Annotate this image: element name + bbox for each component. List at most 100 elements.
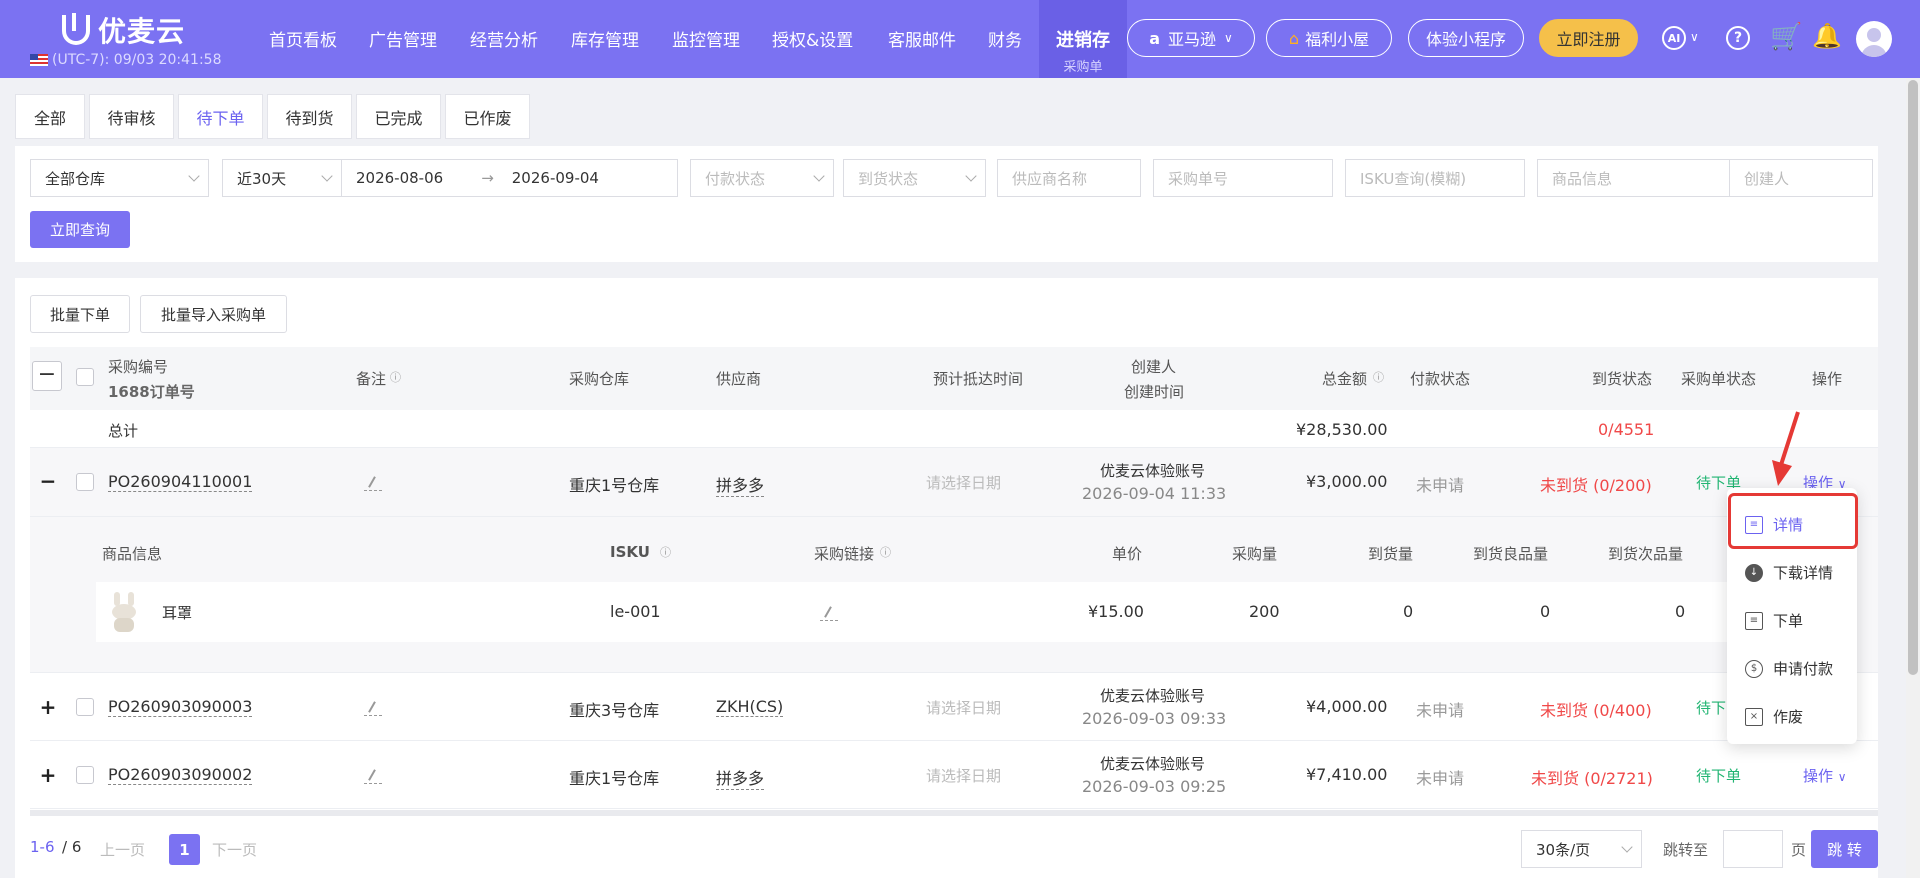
amazon-icon: a bbox=[1149, 28, 1160, 48]
welfare-button[interactable]: ⌂ 福利小屋 bbox=[1266, 19, 1392, 57]
edit-remark-icon[interactable] bbox=[364, 477, 382, 491]
jump-page-input[interactable] bbox=[1723, 830, 1783, 868]
nav-monitor[interactable]: 监控管理 bbox=[672, 26, 740, 51]
eta-picker[interactable]: 请选择日期 bbox=[926, 472, 1001, 493]
sub-th-good: 到货良品量 bbox=[1473, 545, 1549, 563]
arrive-status-placeholder: 到货状态 bbox=[858, 169, 919, 188]
product-thumbnail[interactable] bbox=[104, 588, 146, 634]
ai-chevron-icon[interactable]: ∨ bbox=[1690, 30, 1699, 44]
po-number-link[interactable]: PO260904110001 bbox=[108, 472, 253, 492]
register-button[interactable]: 立即注册 bbox=[1539, 19, 1638, 57]
select-all-checkbox[interactable] bbox=[76, 368, 94, 386]
row-checkbox[interactable] bbox=[76, 698, 94, 716]
horizontal-scrollbar[interactable] bbox=[30, 810, 1878, 816]
bell-icon[interactable]: 🔔 bbox=[1812, 22, 1842, 50]
menu-item-void[interactable]: × 作废 bbox=[1745, 706, 1803, 727]
warehouse-value: 全部仓库 bbox=[45, 169, 106, 188]
scrollbar-thumb[interactable] bbox=[1908, 80, 1918, 675]
supplier-link[interactable]: ZKH(CS) bbox=[716, 697, 784, 717]
expand-row-button[interactable]: + bbox=[38, 765, 58, 785]
menu-item-order[interactable]: ≡ 下单 bbox=[1745, 610, 1803, 631]
operation-dropdown[interactable]: 操作 ∨ bbox=[1803, 765, 1847, 786]
nav-finance[interactable]: 财务 bbox=[988, 26, 1022, 51]
info-icon[interactable]: ⓘ bbox=[660, 544, 671, 560]
pay-status-select[interactable]: 付款状态 bbox=[690, 159, 834, 197]
batch-import-button[interactable]: 批量导入采购单 bbox=[140, 295, 287, 333]
date-from[interactable]: 2026-08-06 bbox=[356, 169, 443, 187]
th-arrive: 到货状态 bbox=[1592, 370, 1653, 388]
jump-button[interactable]: 跳 转 bbox=[1811, 830, 1878, 868]
prev-page-button[interactable]: 上一页 bbox=[100, 839, 145, 860]
po-number-input[interactable]: 采购单号 bbox=[1153, 159, 1333, 197]
arrive-status-select[interactable]: 到货状态 bbox=[843, 159, 986, 197]
avatar[interactable] bbox=[1856, 21, 1892, 57]
created-cell: 2026-09-04 11:33 bbox=[1082, 484, 1227, 503]
menu-item-download[interactable]: ↓ 下载详情 bbox=[1745, 562, 1833, 583]
supplier-link[interactable]: 拼多多 bbox=[716, 765, 765, 790]
nav-mail[interactable]: 客服邮件 bbox=[888, 26, 956, 51]
supplier-link[interactable]: 拼多多 bbox=[716, 472, 765, 497]
nav-ads[interactable]: 广告管理 bbox=[369, 26, 437, 51]
store-label: 亚马逊 bbox=[1167, 30, 1216, 49]
next-page-button[interactable]: 下一页 bbox=[212, 839, 257, 860]
amount-cell: ¥4,000.00 bbox=[1306, 697, 1388, 716]
menu-item-request-payment[interactable]: $ 申请付款 bbox=[1745, 658, 1833, 679]
tab-completed[interactable]: 已完成 bbox=[356, 94, 441, 139]
info-icon[interactable]: ⓘ bbox=[880, 544, 891, 560]
th-po-status: 采购单状态 bbox=[1681, 370, 1757, 388]
row-divider bbox=[30, 740, 1878, 741]
row-checkbox[interactable] bbox=[76, 473, 94, 491]
eta-picker[interactable]: 请选择日期 bbox=[926, 697, 1001, 718]
collapse-row-button[interactable]: − bbox=[38, 471, 58, 491]
tab-all[interactable]: 全部 bbox=[15, 94, 85, 139]
date-to[interactable]: 2026-09-04 bbox=[512, 169, 599, 187]
po-number-link[interactable]: PO260903090002 bbox=[108, 765, 253, 785]
tab-voided[interactable]: 已作废 bbox=[445, 94, 530, 139]
menu-order-label: 下单 bbox=[1773, 612, 1804, 630]
sub-th-isku: ISKU bbox=[610, 543, 650, 561]
date-range-picker[interactable]: 2026-08-06 → 2026-09-04 bbox=[341, 159, 678, 197]
info-icon[interactable]: ⓘ bbox=[1373, 369, 1384, 385]
edit-remark-icon[interactable] bbox=[364, 702, 382, 716]
product-input[interactable]: 商品信息 bbox=[1537, 159, 1731, 197]
collapse-all-button[interactable]: − bbox=[32, 361, 62, 391]
qty-cell: 200 bbox=[1249, 602, 1280, 621]
info-icon[interactable]: ⓘ bbox=[390, 369, 401, 385]
page-1-button[interactable]: 1 bbox=[169, 834, 200, 865]
row-divider bbox=[30, 808, 1878, 809]
nav-dashboard[interactable]: 首页看板 bbox=[269, 26, 337, 51]
nav-analysis[interactable]: 经营分析 bbox=[470, 26, 538, 51]
tab-awaiting-arrival[interactable]: 待到货 bbox=[267, 94, 352, 139]
po-number-link[interactable]: PO260903090003 bbox=[108, 697, 253, 717]
nav-settings[interactable]: 授权&设置 bbox=[772, 26, 853, 51]
arrow-right-icon: → bbox=[481, 169, 494, 187]
eta-picker[interactable]: 请选择日期 bbox=[926, 765, 1001, 786]
pager-total: 6 bbox=[71, 838, 82, 856]
help-icon[interactable]: ? bbox=[1726, 26, 1750, 50]
th-creator: 创建人 bbox=[1131, 358, 1177, 376]
warehouse-select[interactable]: 全部仓库 bbox=[30, 159, 209, 197]
isku-input[interactable]: ISKU查询(模糊) bbox=[1345, 159, 1525, 197]
nav-inventory[interactable]: 库存管理 bbox=[571, 26, 639, 51]
store-selector[interactable]: a 亚马逊 ∨ bbox=[1127, 19, 1255, 57]
chevron-down-icon bbox=[965, 170, 977, 182]
edit-remark-icon[interactable] bbox=[364, 770, 382, 784]
tab-review[interactable]: 待审核 bbox=[89, 94, 174, 139]
cart-icon[interactable]: 🛒 bbox=[1770, 22, 1802, 52]
page-size-select[interactable]: 30条/页 bbox=[1521, 830, 1642, 868]
creator-input[interactable]: 创建人 bbox=[1729, 159, 1873, 197]
timezone-display: (UTC-7): 09/03 20:41:58 bbox=[30, 52, 221, 68]
batch-order-button[interactable]: 批量下单 bbox=[30, 295, 130, 333]
query-button[interactable]: 立即查询 bbox=[30, 211, 130, 248]
nav-purchase[interactable]: 进销存 采购单 bbox=[1039, 0, 1127, 78]
tab-pending-order[interactable]: 待下单 bbox=[178, 94, 263, 139]
expand-row-button[interactable]: + bbox=[38, 697, 58, 717]
mini-program-button[interactable]: 体验小程序 bbox=[1408, 19, 1524, 57]
edit-link-icon[interactable] bbox=[820, 607, 838, 621]
range-value: 近30天 bbox=[237, 169, 287, 188]
brand-logo[interactable]: 优麦云 bbox=[62, 10, 185, 50]
supplier-input[interactable]: 供应商名称 bbox=[997, 159, 1141, 197]
ai-assistant-icon[interactable]: AI bbox=[1662, 26, 1686, 50]
row-checkbox[interactable] bbox=[76, 766, 94, 784]
range-select[interactable]: 近30天 bbox=[222, 159, 342, 197]
